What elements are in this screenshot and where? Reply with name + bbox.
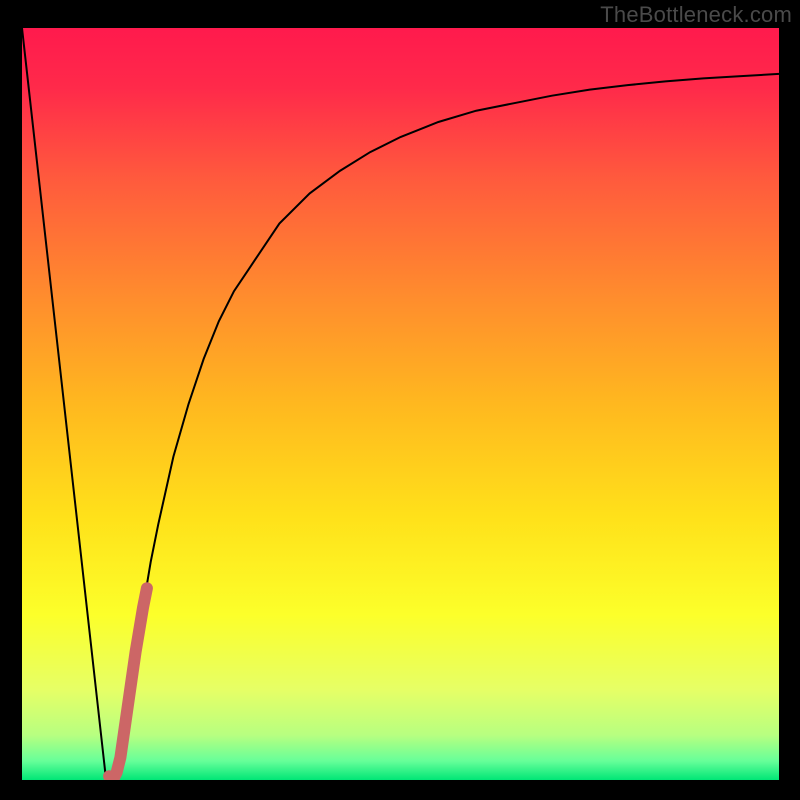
plot-area bbox=[22, 28, 779, 780]
highlight-segment bbox=[109, 588, 147, 780]
watermark-text: TheBottleneck.com bbox=[600, 2, 792, 28]
chart-frame: TheBottleneck.com bbox=[0, 0, 800, 800]
curve-layer bbox=[22, 28, 779, 780]
